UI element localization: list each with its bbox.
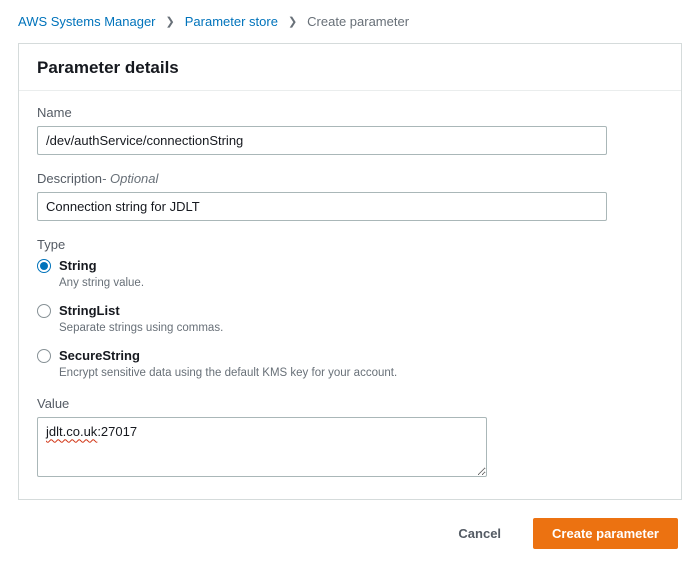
type-option-stringlist[interactable]: StringList Separate strings using commas… — [37, 303, 663, 336]
radio-label: StringList — [59, 303, 223, 320]
description-field: Description- Optional — [37, 171, 663, 221]
value-label: Value — [37, 396, 663, 411]
radio-icon — [37, 349, 51, 363]
name-label: Name — [37, 105, 663, 120]
breadcrumb-current: Create parameter — [307, 14, 409, 29]
cancel-button[interactable]: Cancel — [440, 519, 519, 548]
type-label: Type — [37, 237, 663, 252]
type-option-securestring[interactable]: SecureString Encrypt sensitive data usin… — [37, 348, 663, 381]
value-field: Value jdlt.co.uk:27017 — [37, 396, 663, 477]
radio-icon — [37, 259, 51, 273]
value-textarea[interactable]: jdlt.co.uk:27017 — [37, 417, 487, 477]
description-input[interactable] — [37, 192, 607, 221]
type-field: Type String Any string value. StringList — [37, 237, 663, 380]
create-parameter-button[interactable]: Create parameter — [533, 518, 678, 549]
breadcrumb: AWS Systems Manager ❯ Parameter store ❯ … — [18, 14, 682, 29]
description-label: Description- Optional — [37, 171, 663, 186]
chevron-right-icon: ❯ — [166, 15, 175, 28]
type-option-string[interactable]: String Any string value. — [37, 258, 663, 291]
radio-desc: Encrypt sensitive data using the default… — [59, 366, 397, 381]
form-footer: Cancel Create parameter — [18, 518, 682, 549]
breadcrumb-service-link[interactable]: AWS Systems Manager — [18, 14, 156, 29]
radio-label: SecureString — [59, 348, 397, 365]
chevron-right-icon: ❯ — [288, 15, 297, 28]
breadcrumb-section-link[interactable]: Parameter store — [185, 14, 278, 29]
radio-desc: Separate strings using commas. — [59, 321, 223, 336]
radio-desc: Any string value. — [59, 276, 144, 291]
name-field: Name — [37, 105, 663, 155]
name-input[interactable] — [37, 126, 607, 155]
radio-icon — [37, 304, 51, 318]
panel-title: Parameter details — [37, 58, 663, 78]
type-radio-group: String Any string value. StringList Sepa… — [37, 258, 663, 380]
parameter-details-panel: Parameter details Name Description- Opti… — [18, 43, 682, 500]
radio-label: String — [59, 258, 144, 275]
panel-header: Parameter details — [19, 44, 681, 90]
